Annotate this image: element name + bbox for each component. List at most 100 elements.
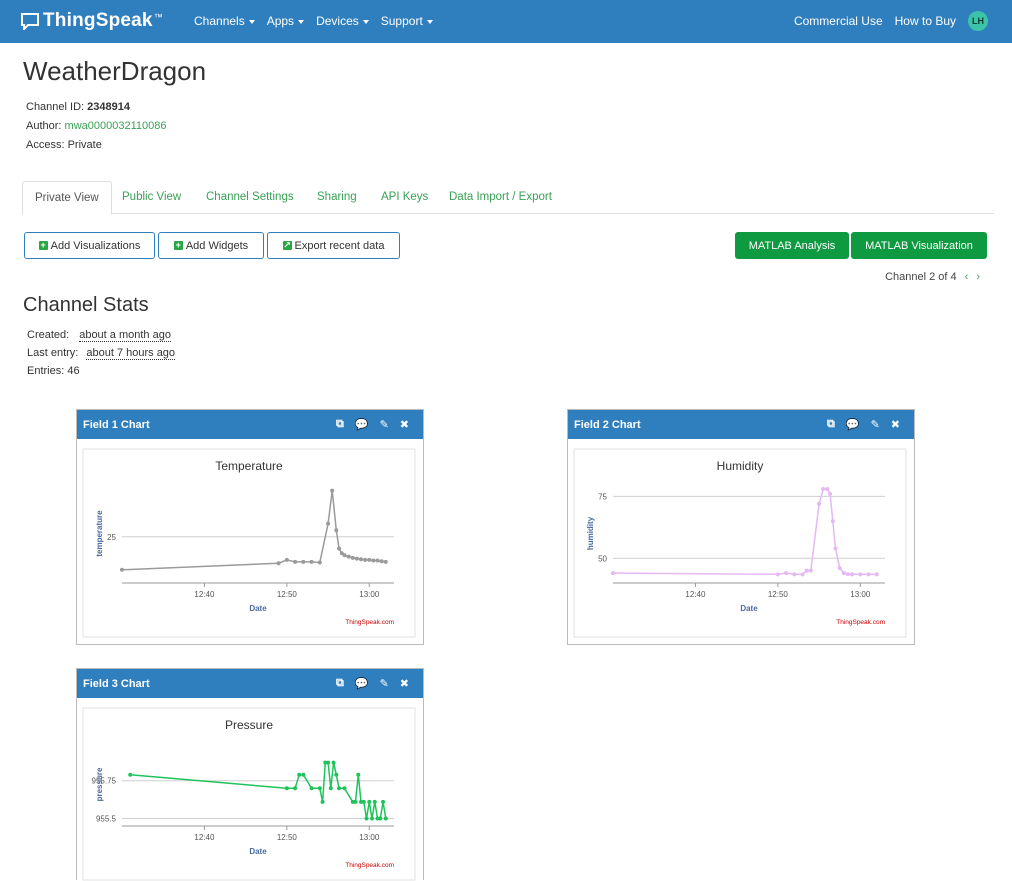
comment-icon[interactable]: 💬 xyxy=(846,418,860,431)
chevron-left-icon[interactable]: ‹ xyxy=(965,271,969,283)
data-point xyxy=(320,799,325,804)
widget-tools: ⧉ 💬 ✎ ✖ xyxy=(816,410,900,439)
tab-data-import-export[interactable]: Data Import / Export xyxy=(449,181,552,213)
last-entry-row: Last entry: about 7 hours ago xyxy=(27,344,176,362)
data-point xyxy=(334,528,339,533)
close-icon[interactable]: ✖ xyxy=(400,418,409,431)
data-point xyxy=(804,568,809,573)
data-point xyxy=(866,572,871,577)
tab-public-view[interactable]: Public View xyxy=(122,181,181,213)
data-point xyxy=(817,501,822,506)
chart-credit: ThingSpeak.com xyxy=(836,619,885,626)
x-tick-label: 13:00 xyxy=(850,590,871,599)
export-recent-data-button[interactable]: ↗ Export recent data xyxy=(267,232,400,259)
access-row: Access: Private xyxy=(26,136,166,155)
x-tick-label: 12:50 xyxy=(277,833,298,842)
matlab-analysis-button[interactable]: MATLAB Analysis xyxy=(735,232,849,259)
data-point xyxy=(381,799,386,804)
data-point xyxy=(356,772,361,777)
data-point xyxy=(370,816,375,821)
chart-title: Humidity xyxy=(717,459,764,473)
tab-private-view[interactable]: Private View xyxy=(22,181,112,215)
data-point xyxy=(367,799,372,804)
caret-down-icon xyxy=(362,19,369,24)
x-tick-label: 13:00 xyxy=(359,590,380,599)
channel-stats: Created: about a month ago Last entry: abo… xyxy=(27,326,176,380)
author-row: Author: mwa0000032110086 xyxy=(26,117,166,136)
x-tick-label: 12:40 xyxy=(685,590,706,599)
data-point xyxy=(792,572,797,577)
comment-icon[interactable]: 💬 xyxy=(355,677,369,690)
data-point xyxy=(346,554,351,559)
created-value: about a month ago xyxy=(79,329,171,342)
data-point xyxy=(120,567,124,572)
data-point xyxy=(359,557,364,562)
chart-area: Temperature 25 12:40 12:50 13:00 Date temperat… xyxy=(82,448,416,638)
menu-channels[interactable]: Channels xyxy=(194,14,255,28)
data-point xyxy=(825,486,830,491)
edit-icon[interactable]: ✎ xyxy=(871,418,880,431)
data-point xyxy=(371,558,376,563)
y-axis-label: humidity xyxy=(586,516,595,550)
thingspeak-logo[interactable]: ThingSpeak ™ xyxy=(20,10,163,32)
channel-tabs: Private View Public View Channel Setting… xyxy=(22,181,994,215)
author-link[interactable]: mwa0000032110086 xyxy=(65,120,167,132)
menu-support[interactable]: Support xyxy=(381,14,433,28)
tab-sharing[interactable]: Sharing xyxy=(317,181,357,213)
data-point xyxy=(841,571,846,576)
tab-api-keys[interactable]: API Keys xyxy=(381,181,428,213)
created-row: Created: about a month ago xyxy=(27,326,175,344)
widget-header: Field 3 Chart ⧉ 💬 ✎ ✖ xyxy=(77,669,423,698)
data-point xyxy=(350,555,355,560)
data-point xyxy=(297,772,302,777)
widget-tools: ⧉ 💬 ✎ ✖ xyxy=(325,669,409,698)
widget-title: Field 3 Chart xyxy=(83,677,150,690)
menu-devices-label: Devices xyxy=(316,14,359,28)
caret-down-icon xyxy=(298,19,305,24)
main-menu: Channels Apps Devices Support xyxy=(194,14,445,28)
user-avatar[interactable]: LH xyxy=(968,11,988,31)
widget-title: Field 1 Chart xyxy=(83,418,150,431)
tab-channel-settings[interactable]: Channel Settings xyxy=(206,181,294,213)
how-to-buy-link[interactable]: How to Buy xyxy=(895,14,956,28)
data-point xyxy=(301,772,306,777)
menu-devices[interactable]: Devices xyxy=(316,14,369,28)
comment-icon[interactable]: 💬 xyxy=(355,418,369,431)
widget-title: Field 2 Chart xyxy=(574,418,641,431)
close-icon[interactable]: ✖ xyxy=(400,677,409,690)
add-visualizations-button[interactable]: + Add Visualizations xyxy=(24,232,155,259)
data-point xyxy=(775,572,780,577)
edit-icon[interactable]: ✎ xyxy=(380,418,389,431)
chart-area: Humidity 50 75 12:40 12:50 13:00 Date humidity T… xyxy=(573,448,907,638)
matlab-visualization-button[interactable]: MATLAB Visualization xyxy=(851,232,987,259)
close-icon[interactable]: ✖ xyxy=(891,418,900,431)
add-widgets-button[interactable]: + Add Widgets xyxy=(158,232,264,259)
menu-support-label: Support xyxy=(380,14,423,28)
data-point xyxy=(383,559,388,564)
data-point xyxy=(611,571,615,576)
chart-credit: ThingSpeak.com xyxy=(345,862,394,869)
data-point xyxy=(367,557,372,562)
edit-icon[interactable]: ✎ xyxy=(380,677,389,690)
popout-icon[interactable]: ⧉ xyxy=(336,677,344,690)
data-point xyxy=(317,786,322,791)
chart-area: Pressure 955.5 955.75 12:40 12:50 13:00 Date pr… xyxy=(82,707,416,881)
data-point xyxy=(858,572,863,577)
pressure-chart: Pressure955.5955.7512:40 12:50 13:00Datepr… xyxy=(82,707,416,881)
caret-down-icon xyxy=(426,19,433,24)
data-point xyxy=(372,799,377,804)
data-point xyxy=(284,786,289,791)
popout-icon[interactable]: ⧉ xyxy=(827,418,835,431)
trademark: ™ xyxy=(153,12,163,22)
chart-title: Pressure xyxy=(225,718,273,732)
x-tick-label: 12:50 xyxy=(768,590,789,599)
data-point xyxy=(309,786,314,791)
data-point xyxy=(874,572,879,577)
commercial-use-link[interactable]: Commercial Use xyxy=(794,14,883,28)
page-title: WeatherDragon xyxy=(23,56,207,86)
speech-bubble-icon xyxy=(21,13,39,30)
menu-apps[interactable]: Apps xyxy=(267,14,305,28)
chevron-right-icon[interactable]: › xyxy=(976,271,980,283)
field-3-chart-widget: Field 3 Chart ⧉ 💬 ✎ ✖ Pressure 955.5 955.7… xyxy=(76,668,424,881)
popout-icon[interactable]: ⧉ xyxy=(336,418,344,431)
